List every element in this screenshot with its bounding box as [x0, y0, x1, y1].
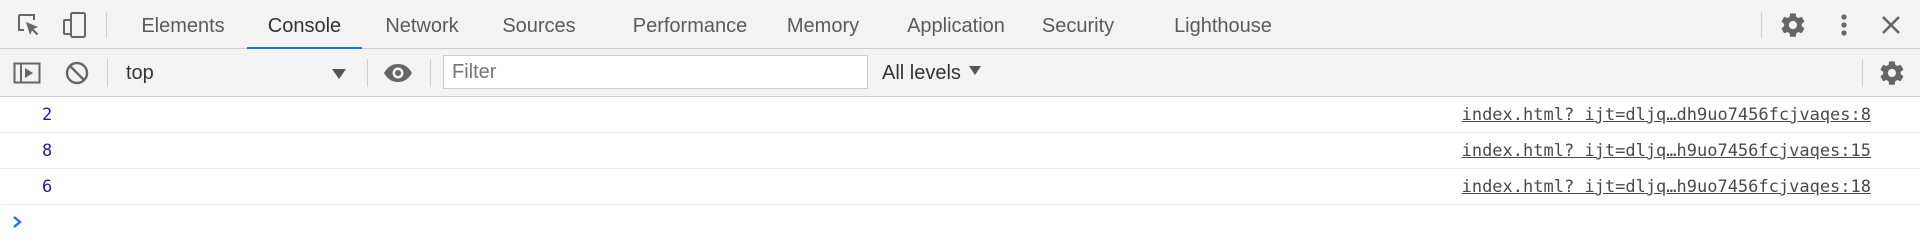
console-message: 8 index.html? ijt=dljq…h9uo7456fcjvaqes:…	[0, 133, 1920, 169]
console-prompt[interactable]	[0, 205, 1920, 241]
log-levels-label: All levels	[882, 62, 961, 84]
close-icon[interactable]	[1876, 10, 1906, 40]
console-toolbar: top All levels	[0, 49, 1920, 97]
console-value: 6	[42, 177, 53, 197]
gear-icon[interactable]	[1778, 10, 1808, 40]
more-vertical-icon[interactable]	[1829, 10, 1859, 40]
divider	[107, 59, 108, 87]
divider	[1862, 59, 1863, 87]
divider	[430, 59, 431, 87]
tab-memory[interactable]: Memory	[768, 0, 878, 49]
dropdown-arrow-icon	[968, 66, 981, 75]
dropdown-arrow-icon	[332, 69, 346, 79]
prompt-chevron-icon	[12, 215, 24, 234]
device-toolbar-icon[interactable]	[60, 10, 90, 40]
eye-icon[interactable]	[383, 58, 413, 88]
clear-console-icon[interactable]	[62, 58, 92, 88]
tab-network[interactable]: Network	[372, 0, 472, 49]
tab-performance[interactable]: Performance	[608, 0, 772, 49]
divider	[367, 59, 368, 87]
tab-elements[interactable]: Elements	[128, 0, 238, 49]
console-message: 6 index.html? ijt=dljq…h9uo7456fcjvaqes:…	[0, 169, 1920, 205]
log-levels-dropdown[interactable]: All levels	[882, 57, 981, 89]
source-link[interactable]: index.html? ijt=dljq…h9uo7456fcjvaqes:18	[1462, 169, 1871, 205]
gear-icon[interactable]	[1877, 58, 1907, 88]
tab-sources[interactable]: Sources	[486, 0, 592, 49]
source-link[interactable]: index.html? ijt=dljq…dh9uo7456fcjvaqes:8	[1462, 97, 1871, 133]
tab-application[interactable]: Application	[886, 0, 1026, 49]
console-message: 2 index.html? ijt=dljq…dh9uo7456fcjvaqes…	[0, 97, 1920, 133]
filter-input[interactable]	[443, 55, 868, 89]
devtools-tabbar: Elements Console Network Sources Perform…	[0, 0, 1920, 50]
divider	[1761, 12, 1762, 38]
context-selector-label: top	[126, 62, 154, 84]
tab-lighthouse[interactable]: Lighthouse	[1165, 0, 1281, 49]
tab-console[interactable]: Console	[247, 0, 362, 50]
tab-security[interactable]: Security	[1032, 0, 1124, 49]
console-messages: 2 index.html? ijt=dljq…dh9uo7456fcjvaqes…	[0, 97, 1920, 241]
console-value: 8	[42, 141, 53, 161]
divider	[106, 12, 107, 38]
source-link[interactable]: index.html? ijt=dljq…h9uo7456fcjvaqes:15	[1462, 133, 1871, 169]
context-selector[interactable]: top	[118, 57, 354, 89]
sidebar-toggle-icon[interactable]	[12, 58, 42, 88]
devtools-panel: Elements Console Network Sources Perform…	[0, 0, 1920, 251]
console-value: 2	[42, 105, 53, 125]
inspect-element-icon[interactable]	[14, 10, 44, 40]
